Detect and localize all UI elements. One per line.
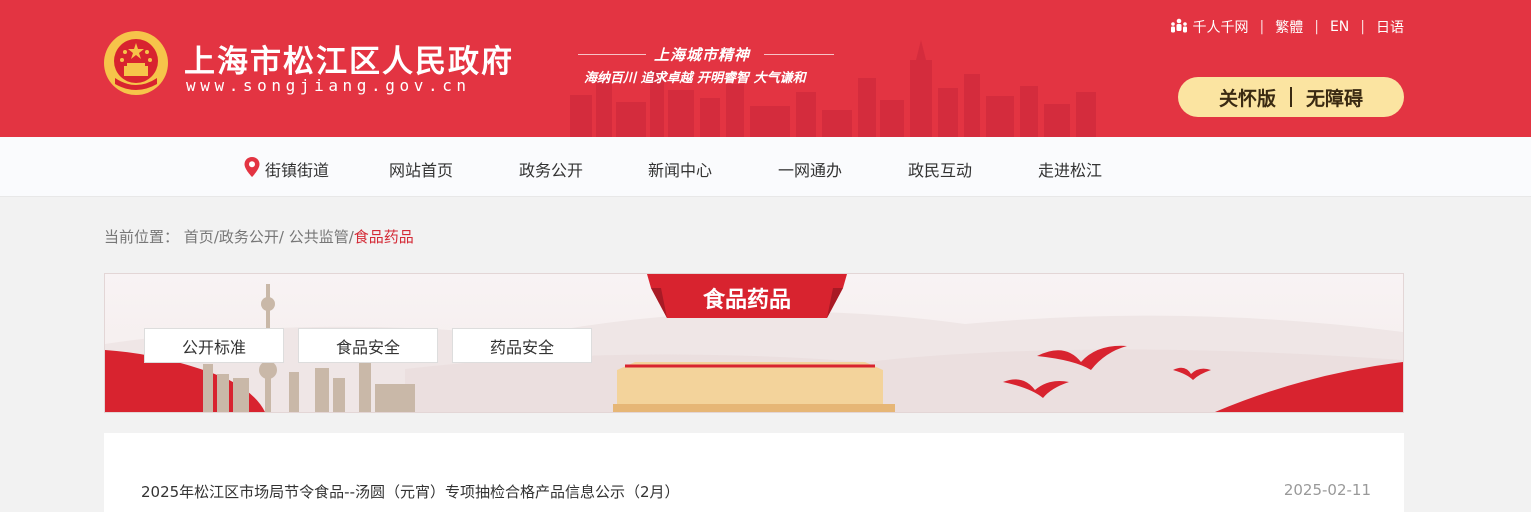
banner-title: 食品药品 [702,288,791,313]
main-nav: 街镇街道 网站首页 政务公开 新闻中心 一网通办 政民互动 走进松江 [0,137,1531,197]
pill-divider [1290,87,1292,107]
breadcrumb-level1[interactable]: 政务公开 [219,228,279,246]
care-mode-button[interactable]: 关怀版 [1219,84,1276,111]
nav-item-gov-affairs[interactable]: 政务公开 [519,157,583,181]
chip-public-standards[interactable]: 公开标准 [144,328,284,363]
slogan-text: 海纳百川 追求卓越 开明睿智 大气谦和 [584,71,806,86]
site-header: 上海市松江区人民政府 www.songjiang.gov.cn 上海城市精神 海… [0,0,1531,137]
japanese-link[interactable]: 日语 [1376,17,1404,37]
chip-drug-safety[interactable]: 药品安全 [452,328,592,363]
separator: | [1259,19,1265,35]
thousand-people-link[interactable]: 千人千网 [1193,17,1249,37]
site-url: www.songjiang.gov.cn [186,76,471,95]
article-title[interactable]: 2025年松江区市场局节令食品--汤圆（元宵）专项抽检合格产品信息公示（2月） [141,481,680,502]
article-date: 2025-02-11 [1283,481,1371,499]
english-link[interactable]: EN [1330,19,1349,35]
chip-food-safety[interactable]: 食品安全 [298,328,438,363]
nav-item-home[interactable]: 网站首页 [389,157,453,181]
national-emblem-logo [104,31,168,95]
slogan-divider-right [764,54,834,55]
nav-item-about[interactable]: 走进松江 [1038,157,1102,181]
breadcrumb: 当前位置： 首页/政务公开/ 公共监管/食品药品 [104,226,414,247]
accessible-mode-button[interactable]: 无障碍 [1306,84,1363,111]
breadcrumb-sep: / [278,228,289,246]
slogan-title: 上海城市精神 [654,46,751,64]
separator: | [1314,19,1319,35]
breadcrumb-level2[interactable]: 公共监管 [289,228,349,246]
category-banner: 食品药品 公开标准 食品安全 药品安全 [104,273,1404,413]
people-icon [1170,18,1187,33]
nav-item-news[interactable]: 新闻中心 [648,157,712,181]
location-pin-icon [244,157,260,177]
site-name[interactable]: 上海市松江区人民政府 [184,36,514,81]
breadcrumb-prefix: 当前位置： [104,228,180,246]
article-list: 2025年松江区市场局节令食品--汤圆（元宵）专项抽检合格产品信息公示（2月） … [104,433,1404,512]
separator: | [1360,19,1365,35]
breadcrumb-current: 食品药品 [353,228,414,246]
list-item[interactable]: 2025年松江区市场局节令食品--汤圆（元宵）专项抽检合格产品信息公示（2月） … [141,481,1371,503]
traditional-chinese-link[interactable]: 繁體 [1275,17,1303,37]
accessibility-pill: 关怀版 无障碍 [1178,77,1404,117]
nav-item-online-services[interactable]: 一网通办 [778,157,842,181]
nav-item-towns[interactable]: 街镇街道 [265,157,329,181]
slogan-divider-left [578,54,646,55]
nav-item-interaction[interactable]: 政民互动 [908,157,972,181]
top-links: 千人千网 | 繁體 | EN | 日语 [1169,17,1404,37]
breadcrumb-home[interactable]: 首页 [184,228,214,246]
